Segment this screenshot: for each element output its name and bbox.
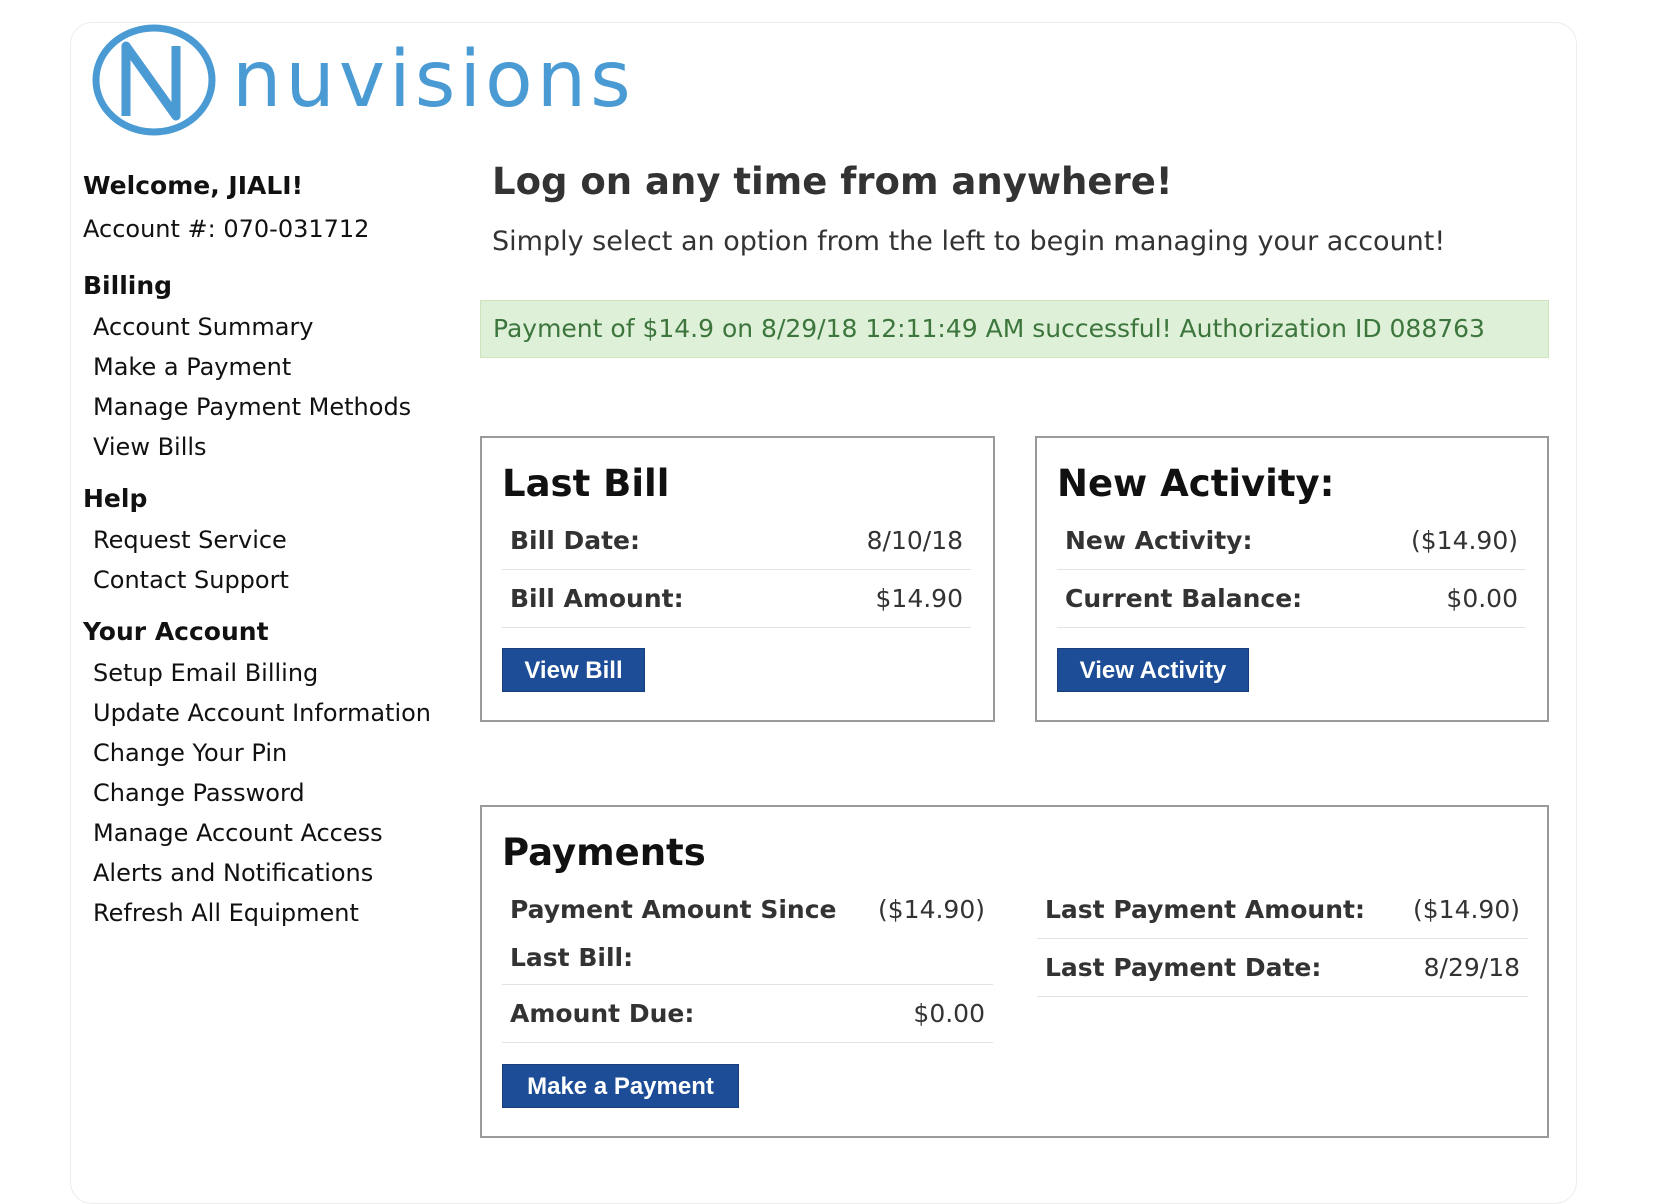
view-bill-button[interactable]: View Bill — [502, 648, 645, 692]
section-heading-your-account: Your Account — [83, 617, 269, 646]
payment-since-last-bill-row: Payment Amount Since Last Bill: ($14.90) — [502, 881, 993, 985]
nav-make-a-payment[interactable]: Make a Payment — [93, 347, 443, 387]
last-bill-title: Last Bill — [502, 462, 670, 505]
nav-alerts-and-notifications[interactable]: Alerts and Notifications — [93, 853, 443, 893]
last-payment-date-row: Last Payment Date: 8/29/18 — [1037, 939, 1528, 997]
current-balance-label: Current Balance: — [1065, 584, 1303, 613]
new-activity-label: New Activity: — [1065, 526, 1253, 555]
payments-card: Payments Payment Amount Since Last Bill:… — [480, 805, 1549, 1138]
last-payment-amount-row: Last Payment Amount: ($14.90) — [1037, 881, 1528, 939]
bill-amount-label: Bill Amount: — [510, 584, 684, 613]
current-balance-row: Current Balance: $0.00 — [1057, 570, 1526, 628]
last-payment-amount-label: Last Payment Amount: — [1045, 895, 1365, 924]
nuvisions-logo[interactable]: nuvisions — [92, 24, 752, 148]
page-subhead: Simply select an option from the left to… — [492, 226, 1446, 257]
new-activity-value: ($14.90) — [1411, 526, 1518, 555]
payments-title: Payments — [502, 831, 706, 874]
last-payment-date-label: Last Payment Date: — [1045, 953, 1322, 982]
bill-amount-value: $14.90 — [875, 584, 963, 613]
account-number: Account #: 070-031712 — [83, 215, 370, 243]
amount-due-label: Amount Due: — [510, 999, 695, 1028]
nav-refresh-all-equipment[interactable]: Refresh All Equipment — [93, 893, 443, 933]
payment-since-label-line1: Payment Amount Since — [510, 895, 837, 924]
sidebar: Welcome, JIALI! Account #: 070-031712 Bi… — [83, 170, 443, 933]
last-payment-amount-value: ($14.90) — [1413, 895, 1520, 924]
welcome-message: Welcome, JIALI! — [83, 171, 303, 200]
make-a-payment-button[interactable]: Make a Payment — [502, 1064, 739, 1108]
section-heading-billing: Billing — [83, 271, 173, 300]
nav-update-account-information[interactable]: Update Account Information — [93, 693, 443, 733]
new-activity-title: New Activity: — [1057, 462, 1335, 505]
nav-manage-payment-methods[interactable]: Manage Payment Methods — [93, 387, 443, 427]
last-bill-card: Last Bill Bill Date: 8/10/18 Bill Amount… — [480, 436, 995, 722]
bill-date-label: Bill Date: — [510, 526, 640, 555]
nav-setup-email-billing[interactable]: Setup Email Billing — [93, 653, 443, 693]
billing-nav: Account Summary Make a Payment Manage Pa… — [93, 307, 443, 467]
bill-date-value: 8/10/18 — [866, 526, 963, 555]
current-balance-value: $0.00 — [1446, 584, 1518, 613]
last-payment-date-value: 8/29/18 — [1423, 953, 1520, 982]
view-activity-button[interactable]: View Activity — [1057, 648, 1249, 692]
new-activity-card: New Activity: New Activity: ($14.90) Cur… — [1035, 436, 1549, 722]
nav-change-your-pin[interactable]: Change Your Pin — [93, 733, 443, 773]
payment-since-value: ($14.90) — [878, 895, 985, 924]
amount-due-value: $0.00 — [913, 999, 985, 1028]
nav-manage-account-access[interactable]: Manage Account Access — [93, 813, 443, 853]
payment-success-alert: Payment of $14.9 on 8/29/18 12:11:49 AM … — [480, 300, 1549, 358]
nav-change-password[interactable]: Change Password — [93, 773, 443, 813]
nav-account-summary[interactable]: Account Summary — [93, 307, 443, 347]
payment-since-label-line2: Last Bill: — [510, 943, 634, 972]
amount-due-row: Amount Due: $0.00 — [502, 985, 993, 1043]
nav-contact-support[interactable]: Contact Support — [93, 560, 443, 600]
logo-graphic: nuvisions — [92, 24, 635, 136]
section-heading-help: Help — [83, 484, 148, 513]
nav-request-service[interactable]: Request Service — [93, 520, 443, 560]
bill-date-row: Bill Date: 8/10/18 — [502, 512, 971, 570]
logo-wordmark: nuvisions — [232, 35, 635, 125]
bill-amount-row: Bill Amount: $14.90 — [502, 570, 971, 628]
page-headline: Log on any time from anywhere! — [492, 160, 1173, 203]
your-account-nav: Setup Email Billing Update Account Infor… — [93, 653, 443, 933]
help-nav: Request Service Contact Support — [93, 520, 443, 600]
nav-view-bills[interactable]: View Bills — [93, 427, 443, 467]
new-activity-row: New Activity: ($14.90) — [1057, 512, 1526, 570]
